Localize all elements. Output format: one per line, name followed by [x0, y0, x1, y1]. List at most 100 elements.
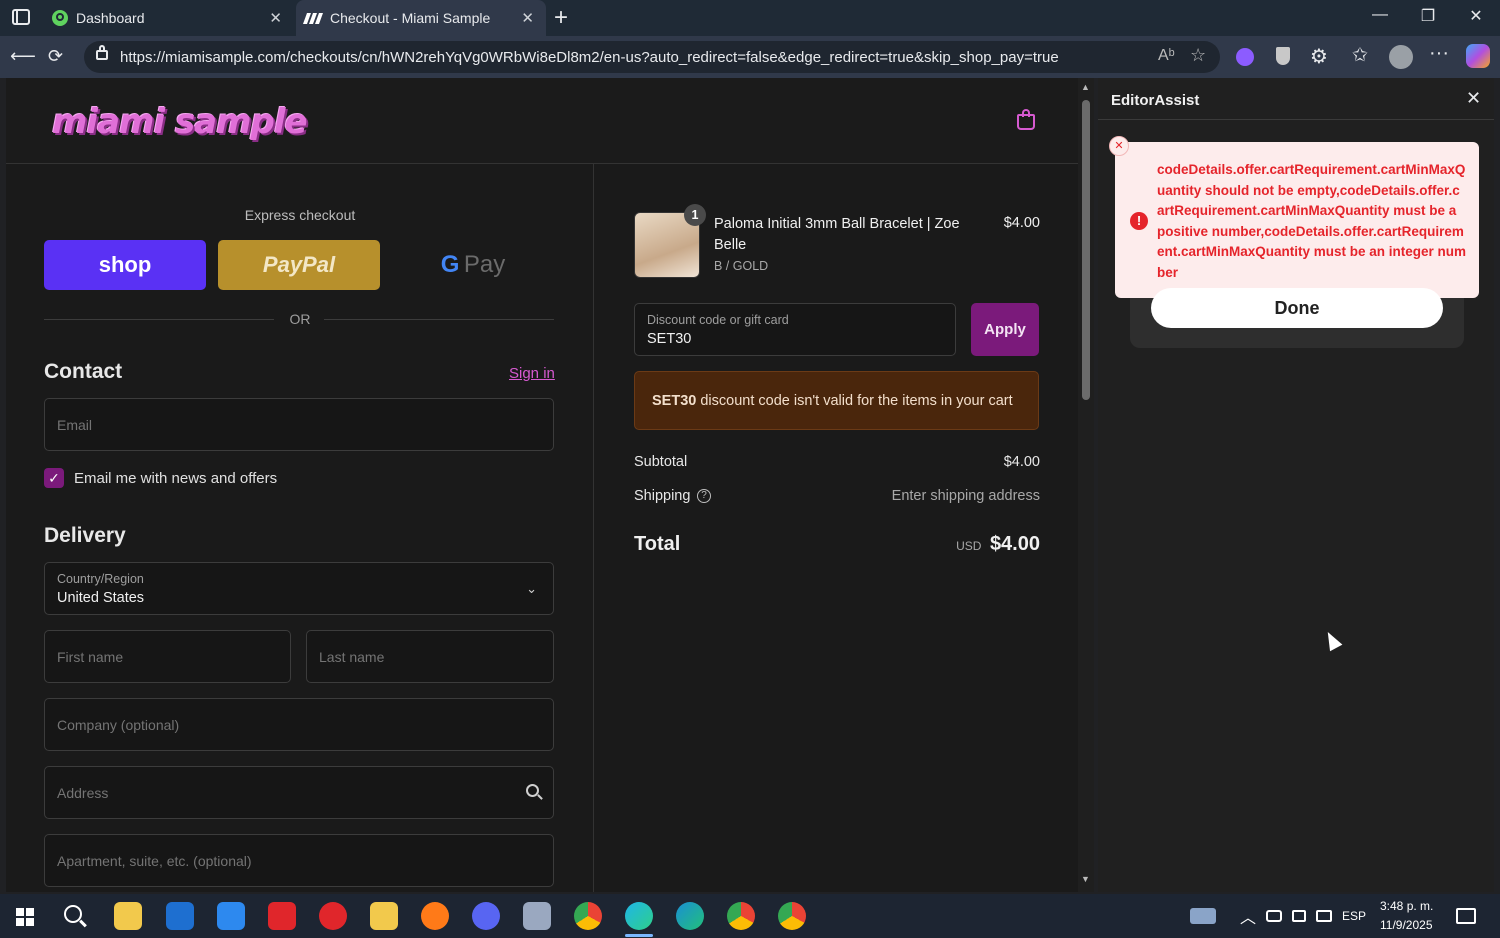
error-toast: ✕ ! codeDetails.offer.cartRequirement.ca… — [1109, 136, 1479, 298]
shop-pay-button[interactable]: shop — [44, 240, 206, 290]
folder-icon[interactable] — [370, 902, 398, 930]
copilot-icon[interactable] — [1466, 44, 1490, 68]
close-tab-icon[interactable]: ✕ — [521, 9, 534, 27]
browser-toolbar: ⟵ ⟳ https://miamisample.com/checkouts/cn… — [0, 36, 1500, 78]
last-name-input[interactable]: Last name — [306, 630, 554, 683]
file-explorer-icon[interactable] — [114, 902, 142, 930]
quantity-badge: 1 — [684, 204, 706, 226]
address-bar[interactable]: https://miamisample.com/checkouts/cn/hWN… — [84, 41, 1220, 73]
error-message: codeDetails.offer.cartRequirement.cartMi… — [1157, 162, 1467, 280]
favorite-star-icon[interactable]: ☆ — [1190, 45, 1206, 66]
store-icon[interactable] — [217, 902, 245, 930]
divider-line-right — [324, 319, 554, 320]
clock-date[interactable]: 11/9/2025 — [1380, 918, 1433, 932]
first-name-input[interactable]: First name — [44, 630, 291, 683]
more-options-icon[interactable]: ··· — [1429, 42, 1449, 65]
read-aloud-icon[interactable]: Aᵇ — [1158, 47, 1175, 65]
discount-label: Discount code or gift card — [647, 313, 789, 327]
divider-line-left — [44, 319, 274, 320]
close-tab-icon[interactable]: ✕ — [269, 9, 282, 27]
copilot-extension-icon[interactable] — [1236, 48, 1254, 66]
shopping-bag-icon[interactable] — [1017, 109, 1035, 130]
chevron-up-icon[interactable]: ︿ — [1240, 904, 1256, 928]
chrome-window-icon[interactable] — [778, 902, 806, 930]
address-input[interactable]: Address — [44, 766, 554, 819]
dashboard-favicon-icon — [52, 10, 68, 26]
scrollbar-thumb[interactable] — [1082, 100, 1090, 400]
network-icon[interactable] — [1316, 910, 1332, 922]
lock-icon[interactable] — [96, 45, 108, 60]
toast-close-icon[interactable]: ✕ — [1109, 136, 1129, 156]
widgets-icon[interactable] — [1190, 908, 1216, 924]
email-input[interactable]: Email — [44, 398, 554, 451]
clock-time[interactable]: 3:48 p. m. — [1380, 899, 1433, 913]
country-select[interactable]: Country/Region United States ⌄ — [44, 562, 554, 615]
profile-avatar[interactable] — [1389, 45, 1413, 69]
chevron-down-icon: ⌄ — [526, 581, 537, 596]
discord-icon[interactable] — [472, 902, 500, 930]
scroll-up-arrow-icon[interactable]: ▲ — [1081, 82, 1090, 92]
language-indicator[interactable]: ESP — [1342, 909, 1366, 923]
email-news-checkbox[interactable]: ✓ — [44, 468, 64, 488]
edge-beta-icon[interactable] — [676, 902, 704, 930]
start-windows-icon[interactable] — [16, 908, 34, 926]
editorassist-panel: EditorAssist ✕ ✕ ! codeDetails.offer.car… — [1098, 78, 1494, 892]
total-label: Total — [634, 533, 681, 555]
new-tab-icon[interactable]: + — [554, 4, 568, 32]
contact-heading: Contact — [44, 360, 123, 383]
panel-header: EditorAssist ✕ — [1098, 78, 1494, 120]
outlook-icon[interactable] — [166, 902, 194, 930]
close-panel-icon[interactable]: ✕ — [1466, 88, 1481, 109]
product-price: $4.00 — [1003, 215, 1040, 231]
store-logo[interactable]: miami sample — [52, 102, 308, 142]
tab-checkout[interactable]: Checkout - Miami Sample ✕ — [296, 0, 546, 36]
discount-code-input[interactable]: Discount code or gift card SET30 — [634, 303, 956, 356]
browser-title-bar: Dashboard ✕ Checkout - Miami Sample ✕ + … — [0, 0, 1500, 36]
page-scrollbar[interactable]: ▲ ▼ — [1078, 78, 1094, 892]
opera-icon[interactable] — [319, 902, 347, 930]
panel-title: EditorAssist — [1111, 92, 1200, 109]
app-icon[interactable] — [523, 902, 551, 930]
firefox-icon[interactable] — [421, 902, 449, 930]
windows-taskbar: ︿ ESP 3:48 p. m. 11/9/2025 — [0, 894, 1500, 938]
shield-icon[interactable] — [1276, 47, 1290, 65]
edge-icon[interactable] — [625, 902, 653, 930]
camera-icon[interactable] — [1292, 910, 1306, 922]
notification-icon[interactable] — [1456, 908, 1476, 924]
back-icon[interactable]: ⟵ — [10, 46, 36, 67]
paypal-button[interactable]: PayPal — [218, 240, 380, 290]
shipping-info-icon[interactable]: ? — [697, 489, 711, 503]
email-news-label: Email me with news and offers — [74, 470, 278, 487]
mouse-cursor-icon — [1321, 628, 1343, 652]
restore-icon[interactable]: ❐ — [1416, 6, 1440, 30]
country-value: United States — [57, 590, 145, 606]
onedrive-icon[interactable] — [1266, 910, 1282, 922]
google-g-icon: G — [440, 251, 460, 278]
done-button[interactable]: Done — [1151, 288, 1443, 328]
close-window-icon[interactable]: ✕ — [1464, 6, 1488, 30]
extensions-icon[interactable]: ⚙ — [1310, 44, 1328, 69]
favorites-icon[interactable]: ✩ — [1352, 44, 1368, 67]
scroll-down-arrow-icon[interactable]: ▼ — [1081, 874, 1090, 884]
tab-actions-icon[interactable] — [12, 9, 30, 25]
miami-favicon-icon — [302, 11, 324, 25]
tab-title: Checkout - Miami Sample — [330, 10, 491, 26]
country-label: Country/Region — [57, 572, 144, 586]
chrome-icon[interactable] — [574, 902, 602, 930]
sign-in-link[interactable]: Sign in — [509, 365, 555, 382]
product-variant: B / GOLD — [714, 259, 769, 273]
total-amount: USD $4.00 — [956, 533, 1040, 556]
tab-dashboard[interactable]: Dashboard ✕ — [44, 0, 294, 36]
company-input[interactable]: Company (optional) — [44, 698, 554, 751]
subtotal-label: Subtotal — [634, 454, 688, 470]
wps-icon[interactable] — [268, 902, 296, 930]
search-icon[interactable] — [64, 905, 87, 928]
apply-button[interactable]: Apply — [971, 303, 1039, 356]
active-app-indicator — [625, 934, 653, 937]
apartment-input[interactable]: Apartment, suite, etc. (optional) — [44, 834, 554, 887]
minimize-icon[interactable]: — — [1368, 6, 1392, 30]
chrome-profile-icon[interactable] — [727, 902, 755, 930]
google-pay-button[interactable]: G Pay — [392, 240, 554, 290]
search-icon — [526, 784, 543, 800]
refresh-icon[interactable]: ⟳ — [48, 46, 63, 67]
